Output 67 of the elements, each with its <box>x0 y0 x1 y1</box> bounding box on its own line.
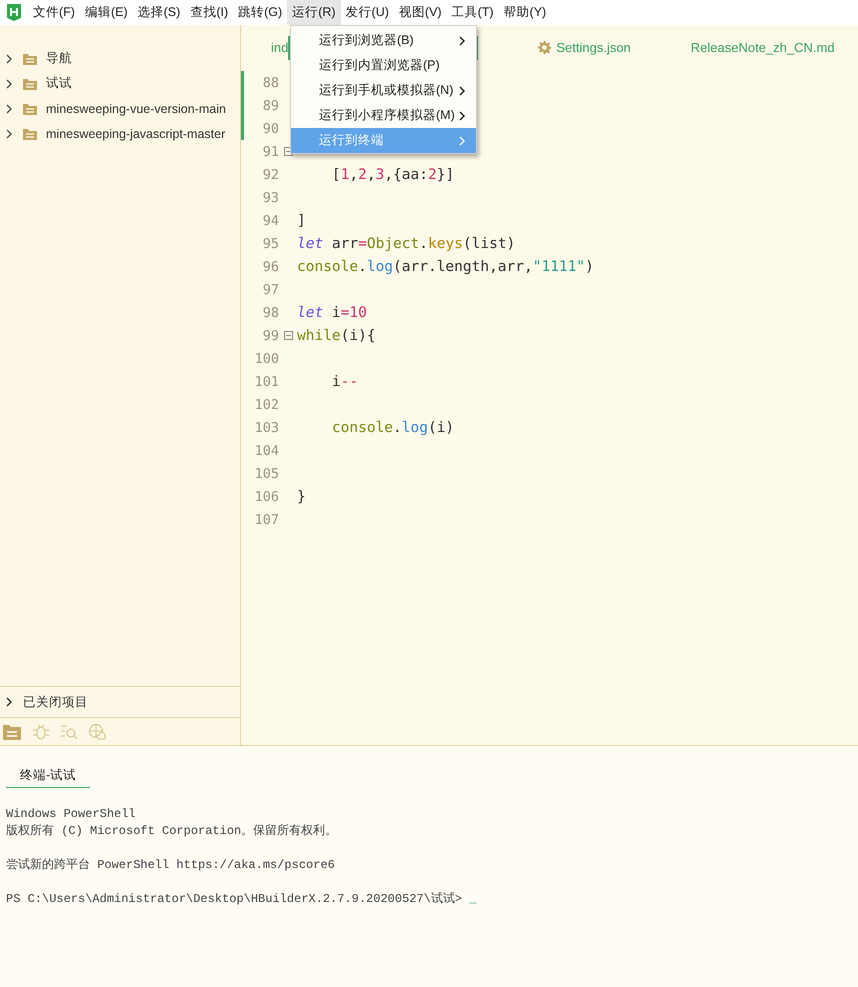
line-number: 93 <box>262 190 279 206</box>
menu-option[interactable]: 运行到小程序模拟器(M) <box>291 103 476 128</box>
line-number: 102 <box>254 396 279 412</box>
line-number: 91 <box>262 144 279 160</box>
project-name[interactable]: 导航 <box>46 50 72 67</box>
menu-item[interactable]: 查找(I) <box>185 0 234 25</box>
chevron-icon[interactable] <box>5 78 13 88</box>
terminal-line: PS C:\Users\Administrator\Desktop\HBuilderX.2.7.9.20200527\试试> <box>6 892 464 906</box>
code-line: } <box>297 488 306 504</box>
line-number: 97 <box>262 282 279 298</box>
line-number: 94 <box>262 212 279 228</box>
menu-item[interactable]: 文件(F) <box>28 0 80 25</box>
code-line: let arr=Object.keys(list) <box>297 236 516 252</box>
folder-icon <box>23 52 37 64</box>
gear-icon <box>538 41 552 54</box>
terminal-line: Windows PowerShell <box>6 807 136 821</box>
code-line: while(i){ <box>297 328 376 344</box>
code-line: ] <box>297 212 306 228</box>
line-number: 104 <box>254 442 279 458</box>
project-name[interactable]: 试试 <box>46 75 72 92</box>
code-line: let i=10 <box>297 304 367 320</box>
project-name[interactable]: minesweeping-vue-version-main <box>46 102 226 116</box>
menu-item[interactable]: 编辑(E) <box>80 0 133 25</box>
folder-icon <box>23 128 37 140</box>
code-line: [1,2,3,{aa:2}] <box>330 166 454 182</box>
line-number: 107 <box>254 512 279 528</box>
terminal-line: 版权所有 (C) Microsoft Corporation。保留所有权利。 <box>6 824 338 838</box>
menu-item[interactable]: 跳转(G) <box>233 0 288 25</box>
folder-icon <box>23 102 37 114</box>
line-number: 88 <box>262 74 279 90</box>
line-number: 105 <box>254 466 279 482</box>
line-number: 95 <box>262 236 279 252</box>
line-number: 106 <box>254 488 279 504</box>
line-number: 100 <box>254 350 279 366</box>
code-line: console.log(i) <box>330 420 454 436</box>
chevron-icon[interactable] <box>5 128 13 138</box>
line-number: 96 <box>262 258 279 274</box>
app-logo-icon <box>6 3 22 21</box>
line-number: 89 <box>262 98 279 114</box>
code-line: i-- <box>330 374 358 390</box>
menu-item[interactable]: 运行(R) <box>287 0 341 25</box>
terminal-tab[interactable]: 终端-试试 <box>6 767 90 788</box>
line-number: 101 <box>254 374 279 390</box>
menu-option[interactable]: 运行到手机或模拟器(N) <box>291 78 476 103</box>
code-line: console.log(arr.length,arr,"1111") <box>297 258 594 274</box>
menu-item[interactable]: 帮助(Y) <box>498 0 552 25</box>
collapse-icon[interactable] <box>284 331 292 340</box>
menu-item[interactable]: 视图(V) <box>394 0 447 25</box>
menu-item[interactable]: 工具(T) <box>446 0 499 25</box>
line-number: 92 <box>262 166 279 182</box>
terminal-cursor: _ <box>469 892 476 906</box>
menu-item[interactable]: 发行(U) <box>340 0 394 25</box>
menu-option[interactable]: 运行到浏览器(B) <box>291 28 476 53</box>
line-number: 103 <box>254 420 279 436</box>
menu-option[interactable]: 运行到内置浏览器(P) <box>291 53 476 78</box>
chevron-icon[interactable] <box>5 104 13 114</box>
chevron-icon[interactable] <box>5 697 13 707</box>
line-number: 98 <box>262 304 279 320</box>
chevron-icon[interactable] <box>5 54 13 64</box>
closed-projects-label[interactable]: 已关闭项目 <box>23 694 88 710</box>
folder-icon[interactable] <box>2 722 22 740</box>
line-number: 99 <box>262 328 279 344</box>
project-name[interactable]: minesweeping-javascript-master <box>46 126 226 140</box>
folder-icon <box>23 78 37 90</box>
terminal-line: 尝试新的跨平台 PowerShell https://aka.ms/pscore6 <box>6 858 335 872</box>
menu-item[interactable]: 选择(S) <box>132 0 186 25</box>
line-number: 90 <box>262 120 279 136</box>
